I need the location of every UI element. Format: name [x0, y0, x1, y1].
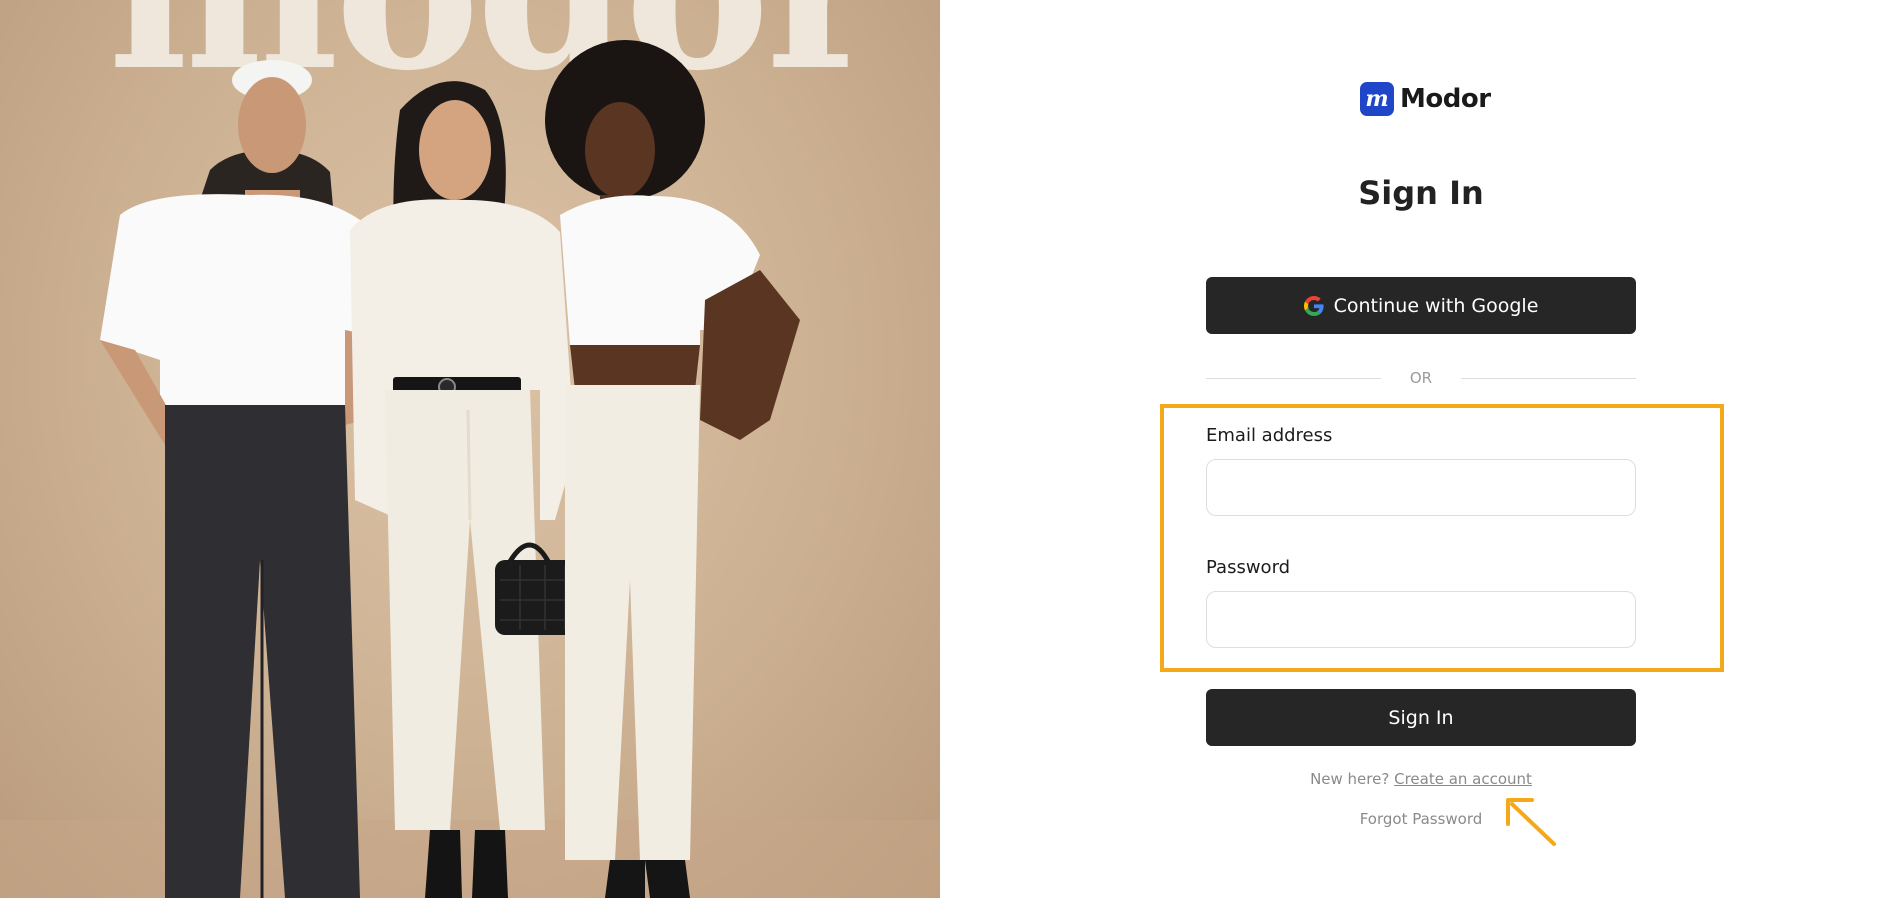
new-account-prompt: New here? Create an account: [1206, 770, 1636, 788]
google-g-icon: [1303, 295, 1324, 316]
model-middle: [350, 81, 585, 898]
email-label: Email address: [1206, 425, 1333, 446]
model-right: [545, 40, 800, 898]
model-left: [100, 60, 370, 898]
hero-image: modor: [0, 0, 940, 898]
arrow-icon: [1506, 798, 1556, 846]
fashion-models-illustration: [0, 40, 940, 898]
email-field[interactable]: [1206, 459, 1636, 516]
password-label: Password: [1206, 557, 1291, 578]
logo-mark-icon: m: [1360, 82, 1394, 116]
create-account-link[interactable]: Create an account: [1394, 770, 1532, 788]
sign-in-button[interactable]: Sign In: [1206, 689, 1636, 746]
divider-line-right: [1461, 377, 1636, 379]
new-here-text: New here?: [1310, 770, 1390, 788]
sign-in-panel: m Modor Sign In Continue with Google OR …: [940, 0, 1883, 898]
password-field[interactable]: [1206, 591, 1636, 648]
or-divider: OR: [1206, 366, 1636, 390]
logo-wordmark: Modor: [1400, 84, 1491, 114]
sign-in-page: modor: [0, 0, 1883, 898]
page-title: Sign In: [1358, 174, 1484, 212]
google-button-label: Continue with Google: [1333, 294, 1539, 317]
forgot-password-link[interactable]: Forgot Password: [1206, 810, 1636, 828]
divider-text: OR: [1409, 369, 1433, 387]
divider-line-left: [1206, 377, 1381, 379]
brand-logo[interactable]: m Modor: [1360, 82, 1491, 116]
continue-with-google-button[interactable]: Continue with Google: [1206, 277, 1636, 334]
